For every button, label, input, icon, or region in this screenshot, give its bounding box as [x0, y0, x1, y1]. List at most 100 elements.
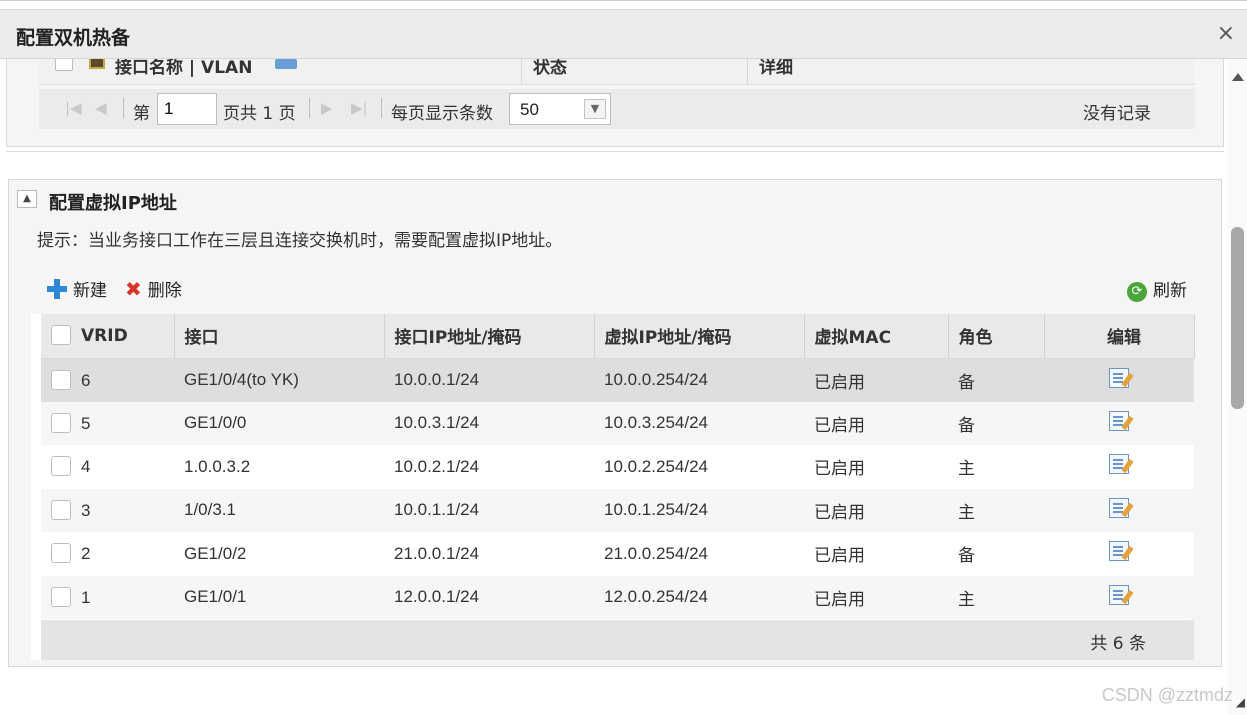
cell-value: 备 [958, 415, 975, 435]
row-checkbox[interactable] [51, 456, 71, 477]
cell-value: 备 [958, 546, 975, 566]
table-row[interactable]: 1 GE1/0/1 12.0.0.1/24 12.0.0.254/24 已启用 主 [41, 575, 1194, 619]
cell-value: 10.0.2.254/24 [604, 456, 708, 476]
edit-icon[interactable] [1109, 367, 1129, 388]
row-checkbox[interactable] [51, 499, 71, 520]
select-all-checkbox[interactable] [51, 325, 71, 346]
cell-value: 10.0.1.254/24 [604, 500, 708, 520]
dialog-titlebar: 配置双机热备 × [0, 9, 1247, 59]
cell-vmac: 已启用 [804, 488, 948, 532]
cell-vrid: 4 [41, 445, 174, 489]
cell-iface_ip: 10.0.0.1/24 [384, 358, 594, 402]
page-total: 页共 1 页 [223, 104, 296, 124]
interface-panel: 接口名称 | VLAN 状态 详细 |◀ ◀ 第 页共 1 页 ▶ ▶| 每页显… [6, 59, 1224, 147]
cell-value: 10.0.3.254/24 [604, 413, 708, 433]
resize-handle-icon[interactable]: ◢ [1236, 695, 1245, 709]
next-page-icon[interactable]: ▶ [321, 99, 333, 117]
cell-value: 主 [958, 459, 975, 479]
cell-value: GE1/0/1 [184, 587, 247, 607]
cell-value: GE1/0/0 [184, 413, 247, 433]
page-number-input[interactable] [157, 93, 217, 125]
row-checkbox[interactable] [51, 586, 71, 607]
refresh-button[interactable]: ⟳ 刷新 [1127, 276, 1187, 302]
cell-vrid: 1 [41, 575, 174, 619]
table-row[interactable]: 2 GE1/0/2 21.0.0.1/24 21.0.0.254/24 已启用 备 [41, 532, 1194, 576]
cell-value: 10.0.3.1/24 [394, 413, 480, 433]
edit-icon[interactable] [1109, 541, 1129, 562]
scrollbar-thumb[interactable] [1231, 227, 1244, 409]
column-vrid: VRID [41, 314, 175, 359]
cell-value: 3 [81, 500, 91, 520]
cell-vip: 10.0.1.254/24 [594, 488, 804, 532]
cell-edit [1044, 575, 1194, 619]
close-icon[interactable]: × [1217, 21, 1235, 46]
column-interface-name: 接口名称 | VLAN [115, 59, 253, 78]
plus-icon [47, 279, 67, 299]
cell-value: 21.0.0.254/24 [604, 543, 708, 563]
cell-value: 4 [81, 457, 91, 477]
collapse-icon[interactable]: ▲ [17, 190, 37, 208]
virtual-ip-grid: 新建 ✖删除 ⟳ 刷新 VRID 接口 接口IP地址/掩码 虚拟IP地址/掩码 [31, 270, 1195, 660]
cell-value: 5 [81, 413, 91, 433]
cell-edit [1044, 401, 1194, 445]
table-row[interactable]: 3 1/0/3.1 10.0.1.1/24 10.0.1.254/24 已启用 主 [41, 488, 1194, 532]
grid-footer: 共 6 条 [41, 620, 1194, 660]
cell-vip: 12.0.0.254/24 [594, 575, 804, 619]
prev-page-icon[interactable]: ◀ [95, 99, 107, 117]
select-all-checkbox[interactable] [55, 59, 73, 71]
chevron-down-icon[interactable]: ▼ [584, 99, 606, 119]
per-page-select[interactable]: 50 ▼ [509, 93, 611, 125]
column-edit: 编辑 [1044, 314, 1195, 359]
table-row[interactable]: 6 GE1/0/4(to YK) 10.0.0.1/24 10.0.0.254/24 已… [41, 358, 1194, 402]
cell-value: 10.0.0.254/24 [604, 370, 708, 389]
pager-divider [123, 98, 124, 118]
scroll-up-icon[interactable] [1232, 73, 1244, 81]
row-checkbox[interactable] [51, 412, 71, 433]
edit-icon[interactable] [1109, 497, 1129, 518]
cell-iface: GE1/0/1 [174, 575, 384, 619]
interface-table-header: 接口名称 | VLAN 状态 详细 [39, 59, 1195, 85]
cell-vmac: 已启用 [804, 445, 948, 489]
cell-vrid: 5 [41, 401, 174, 445]
table-row[interactable]: 5 GE1/0/0 10.0.3.1/24 10.0.3.254/24 已启用 备 [41, 401, 1194, 445]
cell-role: 主 [948, 488, 1044, 532]
last-page-icon[interactable]: ▶| [351, 99, 368, 117]
first-page-icon[interactable]: |◀ [65, 99, 82, 117]
cell-vip: 21.0.0.254/24 [594, 532, 804, 576]
column-virtual-ip[interactable]: 虚拟IP地址/掩码 [594, 314, 805, 359]
cell-vip: 10.0.2.254/24 [594, 445, 804, 489]
delete-button[interactable]: ✖ 删除 [125, 276, 182, 301]
column-interface-ip[interactable]: 接口IP地址/掩码 [384, 314, 595, 359]
total-count: 共 6 条 [1090, 634, 1146, 654]
row-checkbox[interactable] [51, 543, 71, 564]
cell-iface: GE1/0/4(to YK) [174, 358, 384, 402]
column-role[interactable]: 角色 [948, 314, 1045, 359]
edit-icon[interactable] [1109, 410, 1129, 431]
cell-value: 已启用 [814, 372, 865, 392]
cell-iface_ip: 10.0.3.1/24 [384, 401, 594, 445]
vertical-scrollbar[interactable] [1228, 59, 1247, 715]
cell-iface: GE1/0/0 [174, 401, 384, 445]
interface-icon [89, 59, 105, 69]
column-interface[interactable]: 接口 [174, 314, 385, 359]
cell-iface_ip: 10.0.1.1/24 [384, 488, 594, 532]
edit-icon[interactable] [1109, 584, 1129, 605]
dialog-title: 配置双机热备 [16, 27, 131, 49]
cell-iface: GE1/0/2 [174, 532, 384, 576]
cell-value: 10.0.0.1/24 [394, 370, 480, 389]
panel-title: 配置虚拟IP地址 [49, 193, 177, 214]
cell-value: 1 [81, 587, 91, 607]
cell-value: GE1/0/4(to YK) [184, 370, 299, 389]
no-records-text: 没有记录 [1083, 104, 1151, 124]
row-checkbox[interactable] [51, 369, 71, 390]
new-button[interactable]: 新建 [47, 276, 107, 301]
table-row[interactable]: 4 1.0.0.3.2 10.0.2.1/24 10.0.2.254/24 已启用 主 [41, 445, 1194, 489]
edit-icon[interactable] [1109, 454, 1129, 475]
refresh-icon: ⟳ [1127, 282, 1147, 302]
cell-vmac: 已启用 [804, 575, 948, 619]
vlan-icon [275, 59, 297, 69]
virtual-ip-panel: ▲ 配置虚拟IP地址 提示：当业务接口工作在三层且连接交换机时，需要配置虚拟IP… [8, 179, 1222, 667]
column-status: 状态 [533, 59, 567, 78]
column-virtual-mac[interactable]: 虚拟MAC [804, 314, 949, 359]
watermark: CSDN @zztmdz [1101, 685, 1233, 705]
